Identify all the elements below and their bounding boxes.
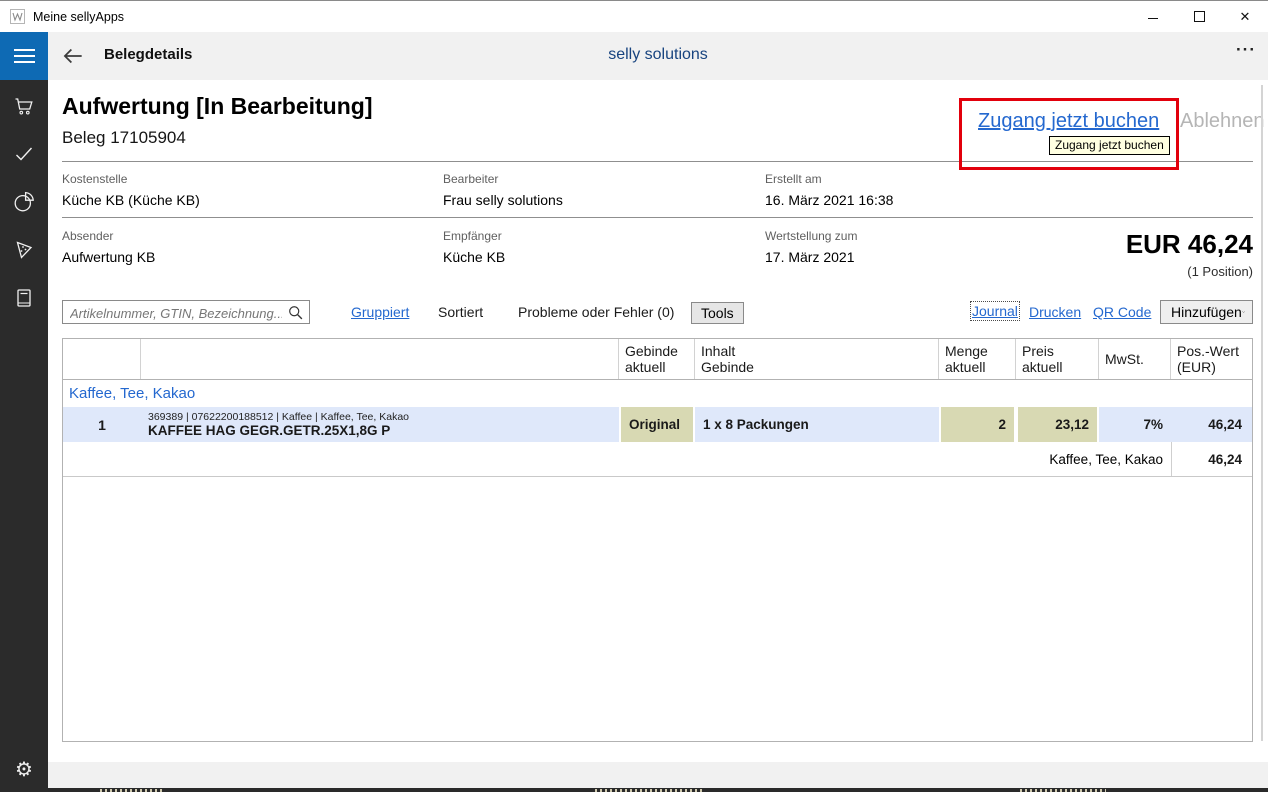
col-header-pos [63, 339, 141, 379]
field-value-absender: Aufwertung KB [62, 249, 155, 265]
hamburger-menu-button[interactable] [0, 32, 48, 80]
sidebar-item-catalog[interactable] [0, 274, 48, 322]
field-label-erstellt-am: Erstellt am [765, 172, 822, 186]
table-header-row: Gebindeaktuell InhaltGebinde Mengeaktuel… [63, 339, 1252, 380]
search-box [62, 300, 310, 324]
add-dropdown-label: Hinzufügen [1171, 304, 1242, 320]
col-header-gebinde: Gebindeaktuell [619, 339, 695, 379]
field-label-empfaenger: Empfänger [443, 229, 502, 243]
title-bar: Meine sellyApps ✕ [0, 1, 1268, 32]
pie-chart-icon [12, 190, 36, 214]
row-gebinde-cell[interactable]: Original [619, 407, 695, 442]
field-value-kostenstelle: Küche KB (Küche KB) [62, 192, 200, 208]
close-icon: ✕ [1240, 9, 1251, 25]
add-dropdown-button[interactable]: Hinzufügen [1160, 300, 1253, 324]
total-positions: (1 Position) [1187, 264, 1253, 279]
col-header-menge: Mengeaktuell [939, 339, 1016, 379]
row-article-meta: 369389 | 07622200188512 | Kaffee | Kaffe… [148, 411, 409, 423]
field-label-absender: Absender [62, 229, 113, 243]
table-row[interactable]: 1 369389 | 07622200188512 | Kaffee | Kaf… [63, 407, 1252, 442]
slice-icon [12, 238, 36, 262]
field-value-erstellt-am: 16. März 2021 16:38 [765, 192, 893, 208]
subtotal-label: Kaffee, Tee, Kakao [63, 442, 1171, 476]
vertical-scrollbar[interactable] [1261, 85, 1263, 741]
positions-table: Gebindeaktuell InhaltGebinde Mengeaktuel… [62, 338, 1253, 742]
maximize-button[interactable] [1176, 1, 1222, 32]
document-number: Beleg 17105904 [62, 128, 186, 148]
window-title: Meine sellyApps [33, 10, 124, 24]
minimize-icon [1148, 18, 1158, 19]
sidebar-item-reports[interactable] [0, 178, 48, 226]
grouped-toggle[interactable]: Gruppiert [351, 304, 409, 320]
chevron-down-icon [1242, 308, 1245, 316]
tooltip: Zugang jetzt buchen [1049, 136, 1170, 155]
col-header-wert: Pos.-Wert(EUR) [1171, 339, 1250, 379]
field-value-empfaenger: Küche KB [443, 249, 505, 265]
maximize-icon [1194, 11, 1205, 22]
row-inhalt-cell: 1 x 8 Packungen [695, 407, 939, 442]
col-header-preis: Preisaktuell [1016, 339, 1099, 379]
nav-sidebar: ⚙ [0, 80, 48, 792]
sidebar-item-orders[interactable] [0, 226, 48, 274]
sidebar-item-cart[interactable] [0, 82, 48, 130]
search-icon[interactable] [287, 304, 304, 326]
app-icon [9, 9, 25, 25]
print-link[interactable]: Drucken [1029, 304, 1081, 320]
search-input[interactable] [68, 302, 284, 324]
sidebar-item-tasks[interactable] [0, 130, 48, 178]
col-header-article [141, 339, 619, 379]
checkmark-icon [12, 142, 36, 166]
col-header-mwst: MwSt. [1099, 339, 1171, 379]
row-position: 1 [63, 407, 141, 442]
total-amount: EUR 46,24 [1126, 229, 1253, 260]
qr-code-link[interactable]: QR Code [1093, 304, 1151, 320]
row-preis-cell[interactable]: 23,12 [1016, 407, 1099, 442]
book-icon [12, 286, 36, 310]
field-value-wertstellung: 17. März 2021 [765, 249, 855, 265]
sidebar-item-settings[interactable]: ⚙ [0, 745, 48, 792]
tools-button[interactable]: Tools [691, 302, 744, 324]
journal-link[interactable]: Journal [972, 303, 1018, 319]
field-label-wertstellung: Wertstellung zum [765, 229, 857, 243]
brand-title: selly solutions [48, 46, 1268, 64]
minimize-button[interactable] [1130, 1, 1176, 32]
reject-button[interactable]: Ablehnen [1180, 110, 1265, 133]
row-menge-cell[interactable]: 2 [939, 407, 1016, 442]
footer-spacer [48, 762, 1268, 788]
group-header-row: Kaffee, Tee, Kakao [63, 380, 1252, 407]
row-article-name: KAFFEE HAG GEGR.GETR.25X1,8G P [148, 423, 390, 439]
subtotal-row: Kaffee, Tee, Kakao 46,24 [63, 442, 1252, 477]
cart-icon [12, 94, 36, 118]
document-title: Aufwertung [In Bearbeitung] [62, 93, 372, 120]
annotation-highlight-box [959, 98, 1179, 170]
app-window: Meine sellyApps ✕ Belegdetails selly sol… [0, 0, 1268, 792]
col-header-inhalt: InhaltGebinde [695, 339, 939, 379]
divider [62, 217, 1253, 218]
more-options-button[interactable]: ··· [1236, 40, 1256, 60]
sorted-toggle[interactable]: Sortiert [438, 304, 483, 320]
app-header: Belegdetails selly solutions ··· [0, 32, 1268, 80]
gear-icon: ⚙ [15, 757, 33, 782]
field-label-bearbeiter: Bearbeiter [443, 172, 498, 186]
bottom-appbar-clipped [48, 788, 1268, 792]
row-article-cell: 369389 | 07622200188512 | Kaffee | Kaffe… [141, 407, 619, 442]
field-label-kostenstelle: Kostenstelle [62, 172, 127, 186]
field-value-bearbeiter: Frau selly solutions [443, 192, 563, 208]
close-button[interactable]: ✕ [1222, 1, 1268, 32]
row-wert-cell: 46,24 [1171, 407, 1250, 442]
problems-toggle[interactable]: Probleme oder Fehler (0) [518, 304, 674, 320]
row-mwst-cell: 7% [1099, 407, 1171, 442]
subtotal-value: 46,24 [1171, 442, 1250, 476]
